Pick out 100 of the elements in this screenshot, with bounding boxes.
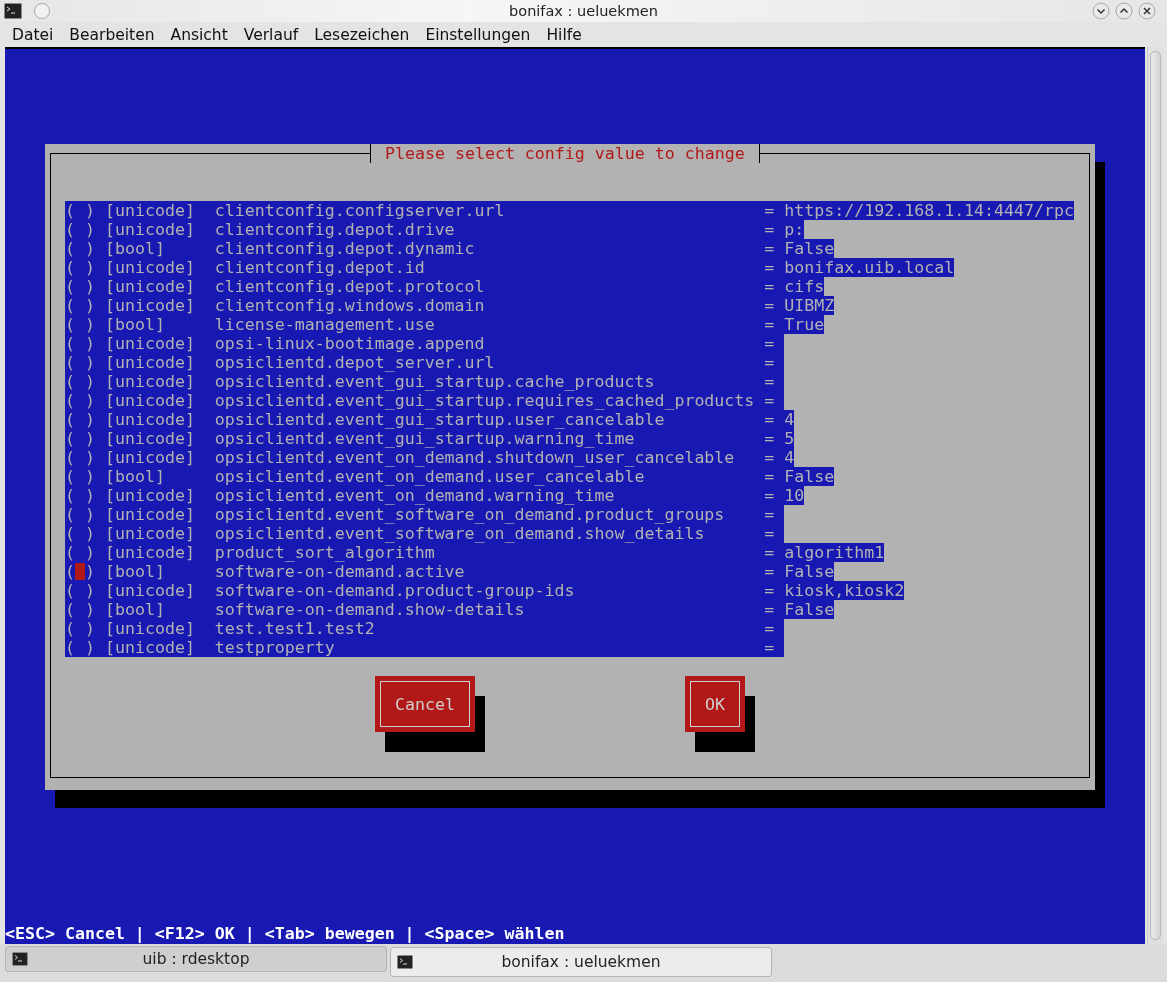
radio-button[interactable]: ( ): [65, 543, 95, 562]
equals-sign: =: [764, 429, 776, 448]
config-value: cifs: [784, 277, 825, 296]
config-row[interactable]: ( ) [unicode] opsiclientd.depot_server.url =: [65, 353, 785, 372]
type-label: [unicode]: [104, 258, 196, 277]
equals-sign: =: [764, 239, 776, 258]
config-row[interactable]: ( ) [bool] software-on-demand.active =: [65, 562, 785, 581]
taskbar-tab[interactable]: bonifax : ueluekmen: [390, 947, 772, 977]
config-name: opsiclientd.event_on_demand.user_cancelable: [214, 467, 646, 486]
type-label: [unicode]: [104, 334, 196, 353]
config-row[interactable]: ( ) [unicode] opsiclientd.event_gui_startup.warning_time =: [65, 429, 785, 448]
config-row[interactable]: ( ) [unicode] opsiclientd.event_gui_startup.requires_cached_products =: [65, 391, 785, 410]
config-row[interactable]: ( ) [unicode] testproperty =: [65, 638, 785, 657]
radio-button[interactable]: ( ): [65, 600, 95, 619]
config-row[interactable]: ( ) [unicode] opsiclientd.event_gui_startup.user_cancelable =: [65, 410, 785, 429]
type-label: [unicode]: [104, 543, 196, 562]
radio-button[interactable]: ( ): [65, 296, 95, 315]
menu-item[interactable]: Verlauf: [235, 25, 307, 44]
equals-sign: =: [764, 353, 776, 372]
config-row[interactable]: ( ) [unicode] opsiclientd.event_gui_startup.cache_products =: [65, 372, 785, 391]
type-label: [unicode]: [104, 486, 196, 505]
config-name: opsiclientd.event_gui_startup.user_cancelable: [214, 410, 666, 429]
type-label: [unicode]: [104, 296, 196, 315]
config-row[interactable]: ( ) [unicode] opsiclientd.event_software_on_demand.product_groups =: [65, 505, 785, 524]
radio-button[interactable]: ( ): [65, 201, 95, 220]
minimize-button[interactable]: [1092, 2, 1110, 20]
radio-button[interactable]: ( ): [65, 334, 95, 353]
radio-button[interactable]: ( ): [65, 372, 95, 391]
config-name: clientconfig.depot.dynamic: [214, 239, 476, 258]
type-label: [unicode]: [104, 277, 196, 296]
radio-button[interactable]: ( ): [65, 581, 95, 600]
maximize-button[interactable]: [1115, 2, 1133, 20]
radio-button[interactable]: ( ): [65, 505, 95, 524]
menu-item[interactable]: Datei: [4, 25, 62, 44]
type-label: [bool]: [104, 239, 166, 258]
equals-sign: =: [764, 391, 776, 410]
terminal-icon: [12, 952, 28, 966]
terminal-icon: [4, 3, 22, 19]
radio-button[interactable]: ( ): [65, 562, 95, 581]
config-row[interactable]: ( ) [unicode] clientconfig.depot.id =: [65, 258, 785, 277]
config-row[interactable]: ( ) [unicode] software-on-demand.product-group-ids =: [65, 581, 785, 600]
config-row[interactable]: ( ) [unicode] clientconfig.depot.drive =: [65, 220, 785, 239]
config-row[interactable]: ( ) [bool] license-management.use =: [65, 315, 785, 334]
menu-item[interactable]: Bearbeiten: [61, 25, 163, 44]
type-label: [unicode]: [104, 524, 196, 543]
config-row[interactable]: ( ) [bool] opsiclientd.event_on_demand.user_cancelable =: [65, 467, 785, 486]
config-row[interactable]: ( ) [unicode] clientconfig.configserver.url =: [65, 201, 785, 220]
radio-button[interactable]: ( ): [65, 277, 95, 296]
radio-button[interactable]: ( ): [65, 619, 95, 638]
menu-item[interactable]: Hilfe: [538, 25, 590, 44]
config-value: 5: [784, 429, 795, 448]
config-name: opsiclientd.event_software_on_demand.product_groups: [214, 505, 726, 524]
radio-button[interactable]: ( ): [65, 391, 95, 410]
equals-sign: =: [764, 258, 776, 277]
radio-button[interactable]: ( ): [65, 410, 95, 429]
equals-sign: =: [764, 543, 776, 562]
config-name: opsiclientd.event_gui_startup.cache_products: [214, 372, 656, 391]
config-row[interactable]: ( ) [unicode] opsiclientd.event_on_demand.shutdown_user_cancelable =: [65, 448, 785, 467]
config-name: opsi-linux-bootimage.append: [214, 334, 486, 353]
config-row[interactable]: ( ) [bool] software-on-demand.show-details =: [65, 600, 785, 619]
config-row[interactable]: ( ) [unicode] clientconfig.windows.domain =: [65, 296, 785, 315]
config-name: clientconfig.configserver.url: [214, 201, 506, 220]
radio-button[interactable]: ( ): [65, 448, 95, 467]
radio-button[interactable]: ( ): [65, 220, 95, 239]
menu-item[interactable]: Lesezeichen: [306, 25, 418, 44]
radio-button[interactable]: ( ): [65, 524, 95, 543]
config-name: software-on-demand.product-group-ids: [214, 581, 576, 600]
equals-sign: =: [764, 220, 776, 239]
radio-button[interactable]: ( ): [65, 258, 95, 277]
config-name: testproperty: [214, 638, 336, 657]
type-label: [unicode]: [104, 619, 196, 638]
radio-button[interactable]: ( ): [65, 638, 95, 657]
pin-button[interactable]: [34, 3, 50, 19]
menu-item[interactable]: Ansicht: [162, 25, 236, 44]
config-value: algorithm1: [784, 543, 885, 562]
radio-button[interactable]: ( ): [65, 467, 95, 486]
config-row[interactable]: ( ) [unicode] clientconfig.depot.protocol =: [65, 277, 785, 296]
menu-item[interactable]: Einstellungen: [417, 25, 539, 44]
type-label: [bool]: [104, 467, 166, 486]
close-button[interactable]: [1138, 2, 1156, 20]
taskbar-tab[interactable]: uib : rdesktop: [5, 946, 387, 972]
radio-button[interactable]: ( ): [65, 239, 95, 258]
equals-sign: =: [764, 467, 776, 486]
radio-button[interactable]: ( ): [65, 429, 95, 448]
radio-button[interactable]: ( ): [65, 486, 95, 505]
type-label: [unicode]: [104, 220, 196, 239]
config-value: bonifax.uib.local: [784, 258, 955, 277]
config-row[interactable]: ( ) [unicode] test.test1.test2 =: [65, 619, 785, 638]
radio-button[interactable]: ( ): [65, 353, 95, 372]
equals-sign: =: [764, 201, 776, 220]
config-value: False: [784, 562, 835, 581]
config-row[interactable]: ( ) [unicode] product_sort_algorithm =: [65, 543, 785, 562]
config-row[interactable]: ( ) [unicode] opsiclientd.event_on_demand.warning_time =: [65, 486, 785, 505]
config-row[interactable]: ( ) [bool] clientconfig.depot.dynamic =: [65, 239, 785, 258]
equals-sign: =: [764, 524, 776, 543]
config-name: license-management.use: [214, 315, 436, 334]
config-row[interactable]: ( ) [unicode] opsiclientd.event_software_on_demand.show_details =: [65, 524, 785, 543]
radio-button[interactable]: ( ): [65, 315, 95, 334]
window-title: bonifax : ueluekmen: [509, 3, 658, 19]
config-row[interactable]: ( ) [unicode] opsi-linux-bootimage.append =: [65, 334, 785, 353]
